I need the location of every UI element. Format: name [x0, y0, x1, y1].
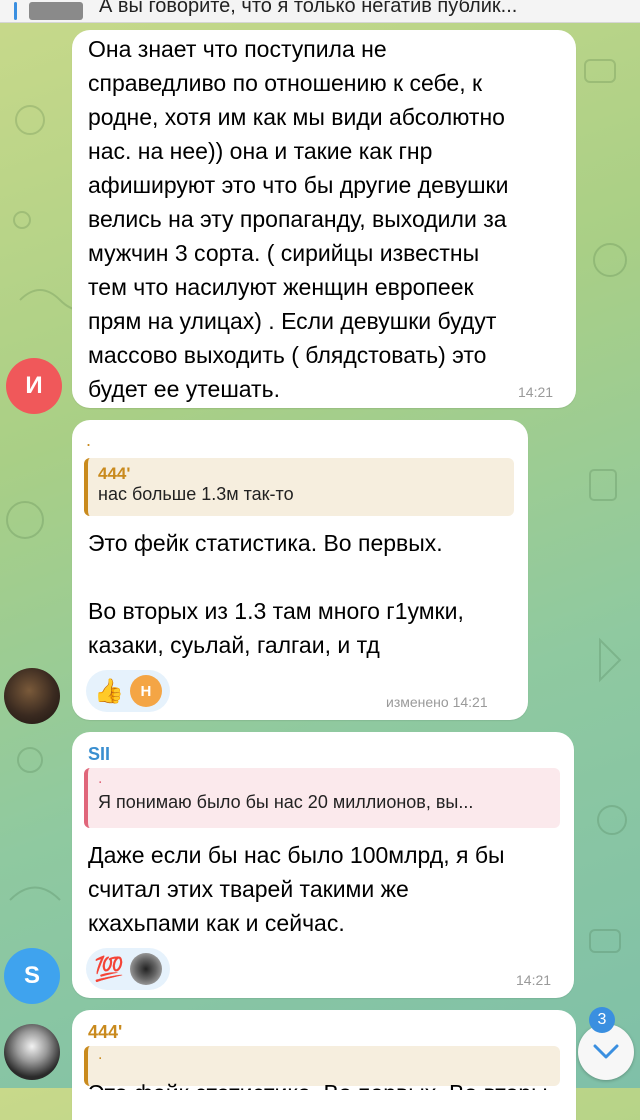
- avatar-letter: И: [25, 372, 43, 399]
- reply-sender-name: 444': [98, 464, 131, 483]
- message-bubble[interactable]: 444' . Это фейк статистика. Во первых. В…: [72, 1010, 576, 1120]
- message-bubble[interactable]: Она знает что поступила не справедливо п…: [72, 30, 576, 408]
- avatar[interactable]: S: [4, 948, 60, 1004]
- reply-quote[interactable]: . Я понимаю было бы нас 20 миллионов, вы…: [84, 768, 560, 828]
- pinned-message-text: А вы говорите, что я только негатив публ…: [99, 0, 518, 17]
- reply-text: Я понимаю было бы нас 20 миллионов, вы..…: [98, 792, 474, 812]
- reply-dot: .: [98, 770, 103, 787]
- message-time: изменено 14:21: [386, 694, 488, 710]
- message-text: Даже если бы нас было 100млрд, я бы счит…: [88, 842, 505, 936]
- hundred-points-icon: 💯: [94, 955, 124, 983]
- pinned-indicator: [14, 2, 17, 20]
- message-time: 14:21: [516, 972, 552, 988]
- thumbs-up-icon: 👍: [94, 677, 124, 705]
- sender-name[interactable]: 444': [88, 1022, 122, 1043]
- reaction-avatar: Н: [129, 675, 162, 707]
- reaction-avatar-letter: Н: [140, 682, 152, 700]
- message-bubble[interactable]: SII . Я понимаю было бы нас 20 миллионов…: [72, 732, 574, 998]
- avatar[interactable]: [4, 1024, 60, 1080]
- reply-quote[interactable]: 444' нас больше 1.3м так-то: [84, 458, 514, 516]
- pinned-thumbnail: [29, 2, 83, 20]
- sender-name[interactable]: SII: [88, 744, 110, 765]
- reaction-chip[interactable]: 💯: [86, 948, 170, 990]
- reaction-chip[interactable]: 👍 Н: [86, 670, 170, 712]
- message-time: 14:21: [518, 384, 554, 400]
- message-text: Она знает что поступила не справедливо п…: [88, 36, 509, 402]
- scroll-down-button[interactable]: [578, 1024, 634, 1080]
- reply-dot: .: [98, 1046, 103, 1063]
- avatar[interactable]: И: [6, 358, 62, 414]
- chevron-down-icon: [593, 1044, 619, 1059]
- unread-count-badge: 3: [589, 1007, 615, 1033]
- reply-text: нас больше 1.3м так-то: [98, 484, 294, 504]
- avatar[interactable]: [4, 668, 60, 724]
- reply-dot: .: [86, 430, 92, 450]
- pinned-message-bar[interactable]: А вы говорите, что я только негатив публ…: [0, 0, 640, 23]
- message-bubble[interactable]: . 444' нас больше 1.3м так-то Это фейк с…: [72, 420, 528, 720]
- reaction-avatar: [129, 953, 162, 985]
- avatar-letter: S: [23, 962, 40, 989]
- message-text: Это фейк статистика. Во первых. Во вторы…: [88, 530, 464, 658]
